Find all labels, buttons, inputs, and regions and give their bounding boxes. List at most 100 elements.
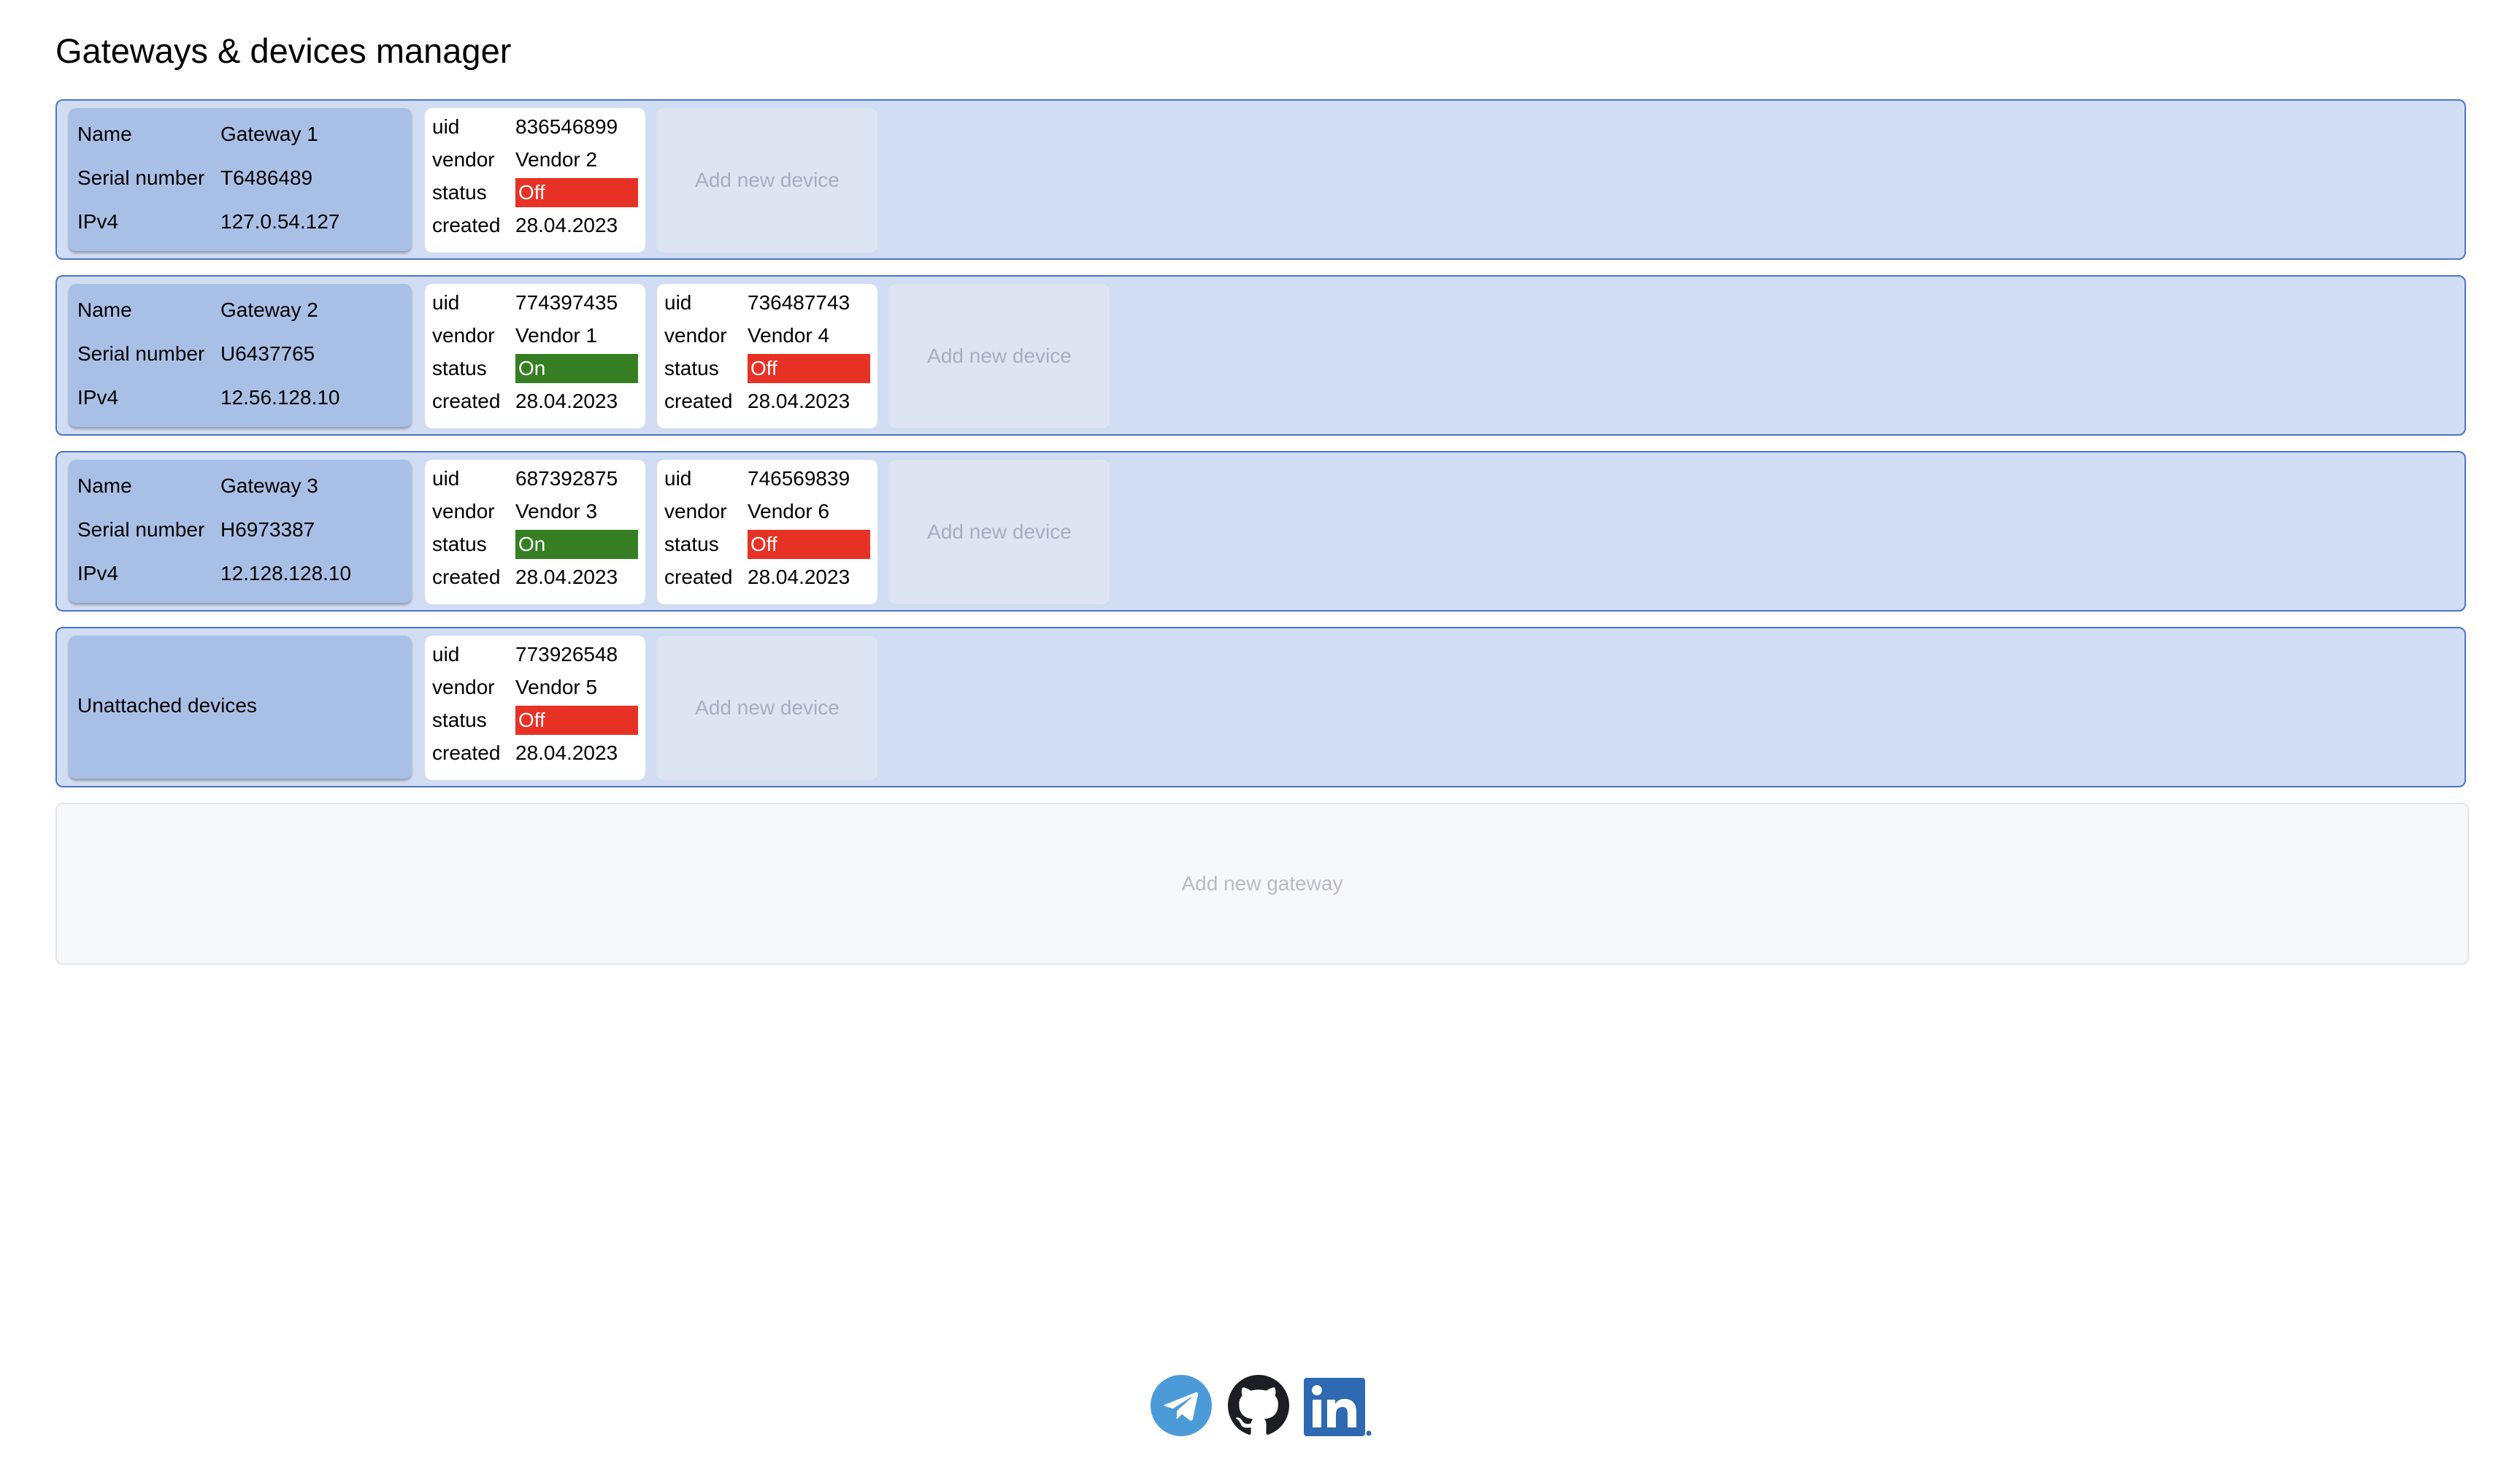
- gateway-ipv4: 12.56.128.10: [220, 386, 340, 409]
- app-page: Gateways & devices manager Name Gateway …: [0, 0, 2520, 1461]
- device-vendor-line: vendor Vendor 1: [432, 320, 638, 352]
- created-label: created: [432, 390, 501, 412]
- device-card[interactable]: uid 773926548 vendor Vendor 5 status Off…: [425, 636, 645, 780]
- device-card[interactable]: uid 746569839 vendor Vendor 6 status Off…: [657, 460, 877, 604]
- gateway-serial: H6973387: [220, 518, 315, 541]
- unattached-row: Unattached devices uid 773926548 vendor …: [55, 627, 2466, 787]
- device-vendor: Vendor 1: [515, 324, 598, 347]
- device-uid: 836546899: [515, 115, 618, 138]
- device-status-line: status On: [432, 352, 638, 385]
- device-status-line: status Off: [664, 352, 870, 385]
- device-vendor-line: vendor Vendor 3: [432, 496, 638, 528]
- telegram-link[interactable]: [1150, 1375, 1212, 1436]
- device-created: 28.04.2023: [515, 390, 618, 412]
- ipv4-label: IPv4: [77, 386, 119, 409]
- serial-label: Serial number: [77, 166, 205, 189]
- status-toggle[interactable]: Off: [515, 178, 638, 207]
- gateway-info-card[interactable]: Name Gateway 3 Serial number H6973387 IP…: [69, 460, 412, 603]
- serial-label: Serial number: [77, 518, 205, 541]
- unattached-label: Unattached devices: [77, 694, 257, 717]
- status-toggle[interactable]: Off: [748, 530, 870, 559]
- device-status-line: status Off: [664, 528, 870, 560]
- status-label: status: [664, 533, 719, 555]
- gateway-serial: U6437765: [220, 342, 315, 365]
- add-device-button[interactable]: Add new device: [657, 636, 877, 780]
- device-uid: 687392875: [515, 467, 618, 490]
- vendor-label: vendor: [432, 148, 495, 171]
- gateway-info-card[interactable]: Name Gateway 1 Serial number T6486489 IP…: [69, 108, 412, 251]
- vendor-label: vendor: [664, 500, 727, 523]
- device-vendor: Vendor 2: [515, 148, 598, 171]
- created-label: created: [664, 390, 733, 412]
- device-created-line: created 28.04.2023: [432, 209, 638, 242]
- device-created-line: created 28.04.2023: [432, 737, 638, 769]
- device-uid-line: uid 687392875: [432, 463, 638, 495]
- gateway-name: Gateway 3: [220, 474, 318, 497]
- gateway-info-card[interactable]: Name Gateway 2 Serial number U6437765 IP…: [69, 284, 412, 427]
- device-created-line: created 28.04.2023: [432, 385, 638, 417]
- page-title: Gateways & devices manager: [55, 31, 512, 70]
- device-uid-line: uid 836546899: [432, 111, 638, 143]
- uid-label: uid: [432, 643, 460, 666]
- device-card[interactable]: uid 836546899 vendor Vendor 2 status Off…: [425, 108, 645, 253]
- status-label: status: [432, 181, 487, 204]
- status-toggle[interactable]: On: [515, 354, 638, 383]
- add-gateway-button[interactable]: Add new gateway: [55, 803, 2469, 965]
- status-label: status: [432, 357, 487, 379]
- add-device-button[interactable]: Add new device: [657, 108, 877, 253]
- status-toggle[interactable]: Off: [515, 706, 638, 735]
- uid-label: uid: [432, 467, 460, 490]
- device-uid-line: uid 736487743: [664, 287, 870, 319]
- device-created-line: created 28.04.2023: [664, 561, 870, 593]
- device-vendor-line: vendor Vendor 5: [432, 671, 638, 703]
- gateway-name: Gateway 1: [220, 123, 318, 145]
- device-created-line: created 28.04.2023: [432, 561, 638, 593]
- device-vendor-line: vendor Vendor 2: [432, 144, 638, 176]
- device-vendor-line: vendor Vendor 4: [664, 320, 870, 352]
- telegram-icon: [1150, 1375, 1212, 1436]
- add-device-button[interactable]: Add new device: [889, 284, 1110, 428]
- device-uid-line: uid 746569839: [664, 463, 870, 495]
- add-device-button[interactable]: Add new device: [889, 460, 1110, 604]
- created-label: created: [432, 566, 501, 588]
- unattached-card: Unattached devices: [69, 636, 412, 779]
- uid-label: uid: [432, 115, 460, 138]
- uid-label: uid: [664, 467, 692, 490]
- status-toggle[interactable]: Off: [748, 354, 870, 383]
- device-vendor: Vendor 5: [515, 676, 598, 698]
- ipv4-label: IPv4: [77, 210, 119, 233]
- device-uid: 774397435: [515, 291, 618, 314]
- github-link[interactable]: [1228, 1375, 1289, 1436]
- device-uid: 773926548: [515, 643, 618, 666]
- device-uid: 746569839: [748, 467, 850, 490]
- gateway-serial: T6486489: [220, 166, 313, 189]
- vendor-label: vendor: [432, 324, 495, 347]
- device-vendor: Vendor 4: [748, 324, 830, 347]
- linkedin-link[interactable]: [1304, 1378, 1372, 1439]
- vendor-label: vendor: [432, 500, 495, 523]
- status-label: status: [432, 709, 487, 731]
- gateway-row: Name Gateway 2 Serial number U6437765 IP…: [55, 275, 2466, 436]
- device-created-line: created 28.04.2023: [664, 385, 870, 417]
- device-vendor-line: vendor Vendor 6: [664, 496, 870, 528]
- device-card[interactable]: uid 736487743 vendor Vendor 4 status Off…: [657, 284, 877, 428]
- status-toggle[interactable]: On: [515, 530, 638, 559]
- name-label: Name: [77, 298, 132, 321]
- serial-label: Serial number: [77, 342, 205, 365]
- gateway-ipv4: 127.0.54.127: [220, 210, 340, 233]
- status-label: status: [432, 533, 487, 555]
- device-created: 28.04.2023: [515, 566, 618, 588]
- device-vendor: Vendor 6: [748, 500, 830, 523]
- gateway-row: Name Gateway 1 Serial number T6486489 IP…: [55, 99, 2466, 260]
- device-created: 28.04.2023: [748, 390, 850, 412]
- device-vendor: Vendor 3: [515, 500, 598, 523]
- vendor-label: vendor: [664, 324, 727, 347]
- device-card[interactable]: uid 774397435 vendor Vendor 1 status On …: [425, 284, 645, 428]
- device-status-line: status Off: [432, 704, 638, 736]
- gateway-ipv4: 12.128.128.10: [220, 562, 352, 585]
- uid-label: uid: [432, 291, 460, 314]
- gateway-row: Name Gateway 3 Serial number H6973387 IP…: [55, 451, 2466, 612]
- device-card[interactable]: uid 687392875 vendor Vendor 3 status On …: [425, 460, 645, 604]
- ipv4-label: IPv4: [77, 562, 119, 585]
- device-uid-line: uid 773926548: [432, 639, 638, 671]
